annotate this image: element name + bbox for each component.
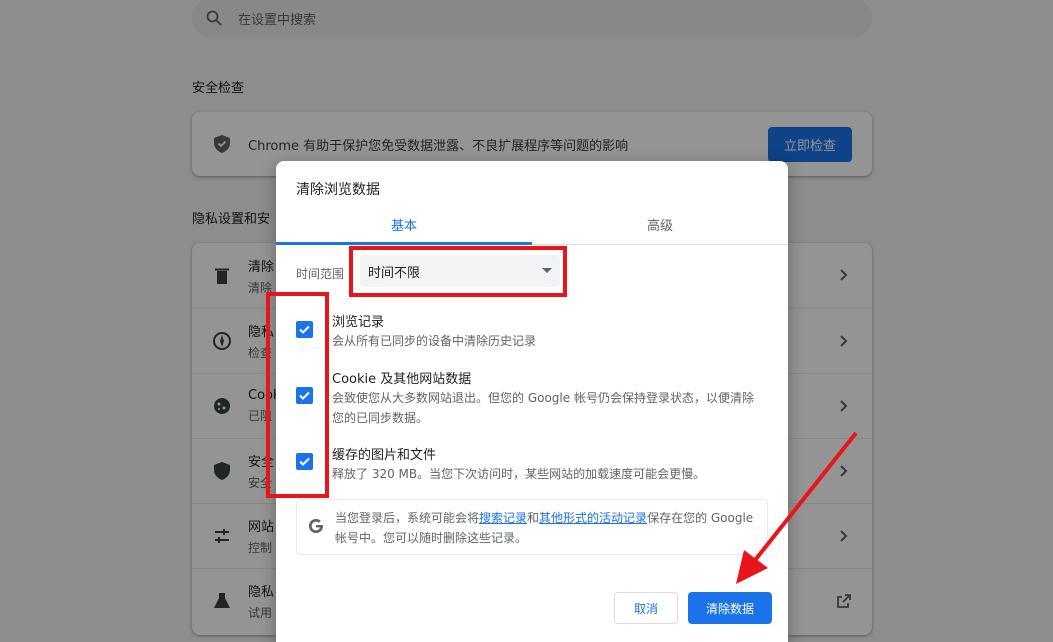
annotation-arrow: [736, 431, 858, 584]
